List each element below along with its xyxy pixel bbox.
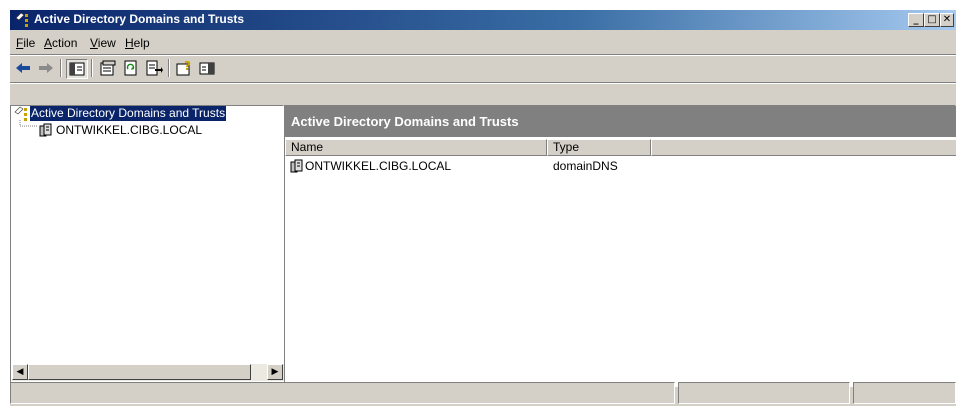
close-button[interactable]: ✕ bbox=[940, 13, 954, 27]
menu-bar: File Action View Help bbox=[10, 33, 956, 53]
svg-text:?: ? bbox=[184, 59, 191, 73]
scroll-right-button[interactable]: ▶ bbox=[267, 364, 283, 380]
refresh-icon[interactable] bbox=[121, 59, 141, 77]
details-header: Active Directory Domains and Trusts bbox=[285, 106, 956, 137]
status-panel-2 bbox=[678, 382, 850, 404]
show-hide-console-tree-icon[interactable] bbox=[66, 59, 88, 79]
tree-item-domain[interactable]: ONTWIKKEL.CIBG.LOCAL bbox=[56, 123, 202, 137]
scroll-left-button[interactable]: ◀ bbox=[12, 364, 28, 380]
row-type: domainDNS bbox=[553, 159, 618, 173]
help-icon[interactable]: ? bbox=[174, 59, 194, 77]
menu-help[interactable]: Help bbox=[125, 36, 150, 50]
tree-connector-line bbox=[19, 120, 37, 127]
menu-view[interactable]: View bbox=[90, 36, 116, 50]
tree-horizontal-scrollbar[interactable]: ◀ ▶ bbox=[12, 364, 284, 381]
tree-item-root[interactable]: Active Directory Domains and Trusts bbox=[30, 106, 227, 121]
toolbar-separator bbox=[168, 59, 170, 77]
window-title: Active Directory Domains and Trusts bbox=[34, 12, 245, 26]
table-row[interactable]: ONTWIKKEL.CIBG.LOCAL domainDNS bbox=[285, 158, 956, 175]
maximize-button[interactable]: □ bbox=[924, 13, 940, 27]
status-panel-main bbox=[10, 382, 675, 404]
back-arrow-icon[interactable] bbox=[13, 59, 33, 77]
export-list-icon[interactable] bbox=[144, 59, 164, 77]
toolbar-separator bbox=[91, 59, 93, 77]
toolbar: ? bbox=[10, 55, 956, 81]
row-name: ONTWIKKEL.CIBG.LOCAL bbox=[305, 159, 452, 173]
column-header-type[interactable]: Type bbox=[547, 139, 651, 156]
column-header-blank[interactable] bbox=[651, 139, 956, 156]
forward-arrow-icon[interactable] bbox=[36, 59, 56, 77]
minimize-button[interactable]: _ bbox=[908, 13, 924, 27]
menu-action[interactable]: Action bbox=[44, 36, 77, 50]
toolbar-separator-line bbox=[10, 82, 956, 84]
action-pane-icon[interactable] bbox=[197, 59, 217, 77]
status-panel-3 bbox=[853, 382, 956, 404]
domain-icon bbox=[39, 123, 52, 137]
mmc-window: Active Directory Domains and Trusts _ □ … bbox=[10, 10, 956, 406]
details-pane: Active Directory Domains and Trusts Name… bbox=[284, 105, 956, 387]
ad-domains-trusts-icon bbox=[15, 12, 28, 27]
domain-icon bbox=[290, 159, 303, 173]
title-bar[interactable]: Active Directory Domains and Trusts _ □ … bbox=[10, 10, 956, 30]
details-header-title: Active Directory Domains and Trusts bbox=[291, 114, 519, 129]
menu-file[interactable]: File bbox=[16, 36, 35, 50]
scroll-thumb[interactable] bbox=[28, 364, 251, 380]
column-header-name[interactable]: Name bbox=[285, 139, 547, 156]
console-tree[interactable]: Active Directory Domains and Trusts ONTW… bbox=[10, 105, 284, 387]
properties-icon[interactable] bbox=[98, 59, 118, 77]
toolbar-separator bbox=[60, 59, 62, 77]
